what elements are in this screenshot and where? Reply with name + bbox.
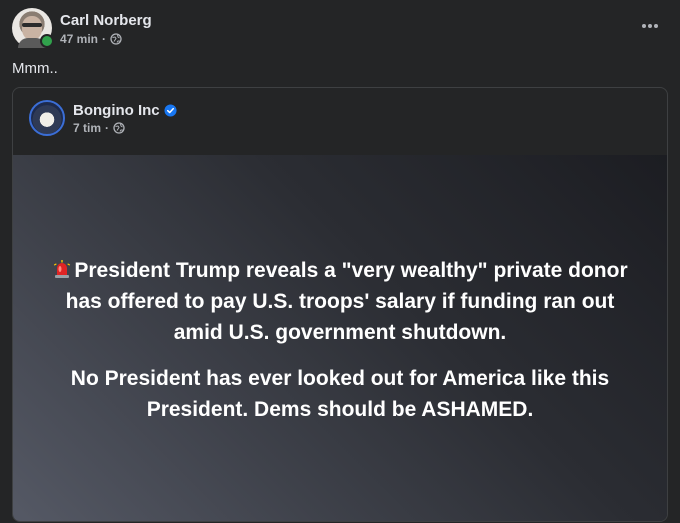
verified-check-icon [164,103,177,117]
headline-label: President Trump reveals a "very wealthy"… [65,259,628,344]
avatar-face [22,16,42,40]
shared-meta-separator: · [105,120,110,135]
page-avatar[interactable] [29,100,65,136]
post-meta: 47 min · [60,32,152,46]
post-header-text: Carl Norberg 47 min · [60,11,152,46]
post-time[interactable]: 47 min [60,32,98,46]
page-name[interactable]: Bongino Inc [73,102,160,119]
shared-name-row: Bongino Inc [73,102,177,119]
post-text: Mmm.. [12,60,58,77]
facebook-post: Carl Norberg 47 min · Mmm.. Bongino Inc [0,0,680,523]
subline-text: No President has ever looked out for Ame… [70,367,610,421]
text-background-card[interactable]: President Trump reveals a "very wealthy"… [13,155,667,521]
meta-separator: · [102,31,107,46]
headline-text: President Trump reveals a "very wealthy"… [43,255,637,348]
shared-post-time[interactable]: 7 tim [73,121,101,135]
author-name[interactable]: Carl Norberg [60,11,152,30]
avatar-glasses [22,23,42,27]
online-status-dot [40,34,54,48]
shared-post-header: Bongino Inc 7 tim · [29,100,177,136]
siren-icon [54,260,71,278]
globe-icon [113,121,125,134]
post-header: Carl Norberg 47 min · [12,8,152,48]
shared-header-text: Bongino Inc 7 tim · [73,102,177,135]
author-avatar[interactable] [12,8,54,48]
more-horizontal-icon [642,24,658,28]
shared-post-meta: 7 tim · [73,121,177,135]
shared-post-card[interactable]: Bongino Inc 7 tim · President Trump reve… [12,87,668,522]
more-options-button[interactable] [638,16,662,36]
globe-icon [110,32,122,45]
